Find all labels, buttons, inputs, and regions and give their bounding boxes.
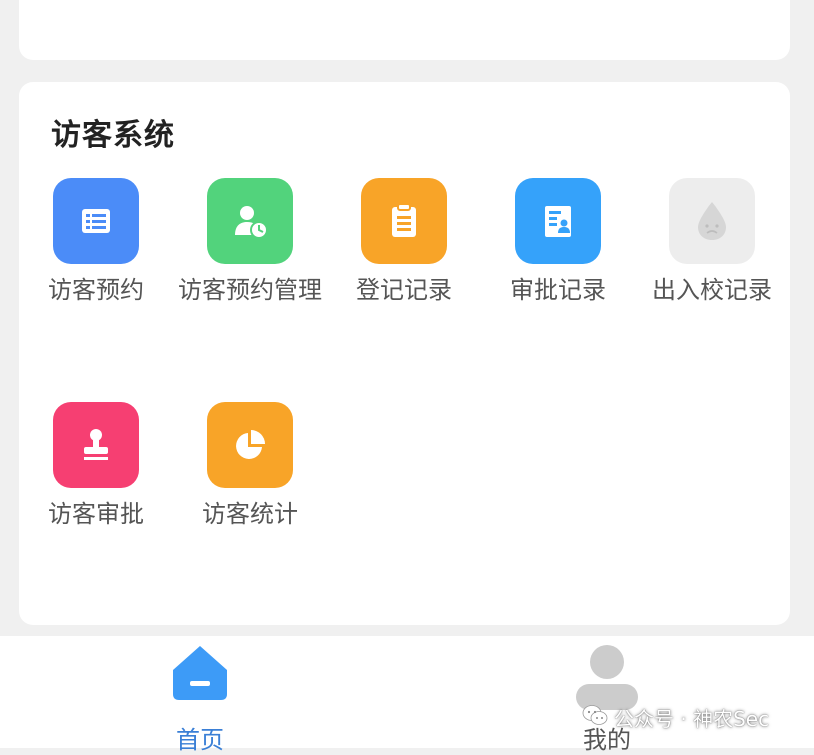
user-document-icon: [515, 178, 601, 264]
visitor-system-card: 访客系统 访客预约 访客预约管理 登记记录 审批记录 出入校记录 访客审批 访客…: [19, 82, 790, 625]
wechat-icon: [582, 704, 608, 731]
tile-visitor-statistics[interactable]: 访客统计: [173, 402, 327, 530]
tile-approval-records[interactable]: 审批记录: [481, 178, 635, 306]
tile-visitor-appointment[interactable]: 访客预约: [19, 178, 173, 306]
pie-chart-icon: [207, 402, 293, 488]
tile-visitor-appointment-management[interactable]: 访客预约管理: [173, 178, 327, 306]
clipboard-icon: [361, 178, 447, 264]
section-title: 访客系统: [51, 118, 175, 153]
tile-visitor-approval[interactable]: 访客审批: [19, 402, 173, 530]
tile-campus-entry-records[interactable]: 出入校记录: [635, 178, 789, 306]
tile-label: 出入校记录: [652, 276, 772, 304]
sad-drop-icon: [669, 178, 755, 264]
stamp-icon: [53, 402, 139, 488]
tile-label: 登记记录: [356, 276, 452, 304]
tile-label: 访客预约管理: [178, 276, 322, 304]
tab-home[interactable]: 首页: [100, 636, 300, 754]
tile-label: 访客预约: [48, 276, 144, 304]
tile-label: 访客统计: [202, 500, 298, 528]
tile-label: 访客审批: [48, 500, 144, 528]
list-icon: [53, 178, 139, 264]
user-clock-icon: [207, 178, 293, 264]
tile-label: 审批记录: [510, 276, 606, 304]
home-icon: [169, 642, 231, 708]
tile-registration-records[interactable]: 登记记录: [327, 178, 481, 306]
watermark: 公众号 · 神农Sec: [582, 703, 769, 731]
previous-card: [19, 0, 790, 60]
tab-home-label: 首页: [176, 726, 224, 754]
watermark-text: 公众号 · 神农Sec: [614, 706, 770, 731]
scroll-edge: [792, 0, 814, 636]
